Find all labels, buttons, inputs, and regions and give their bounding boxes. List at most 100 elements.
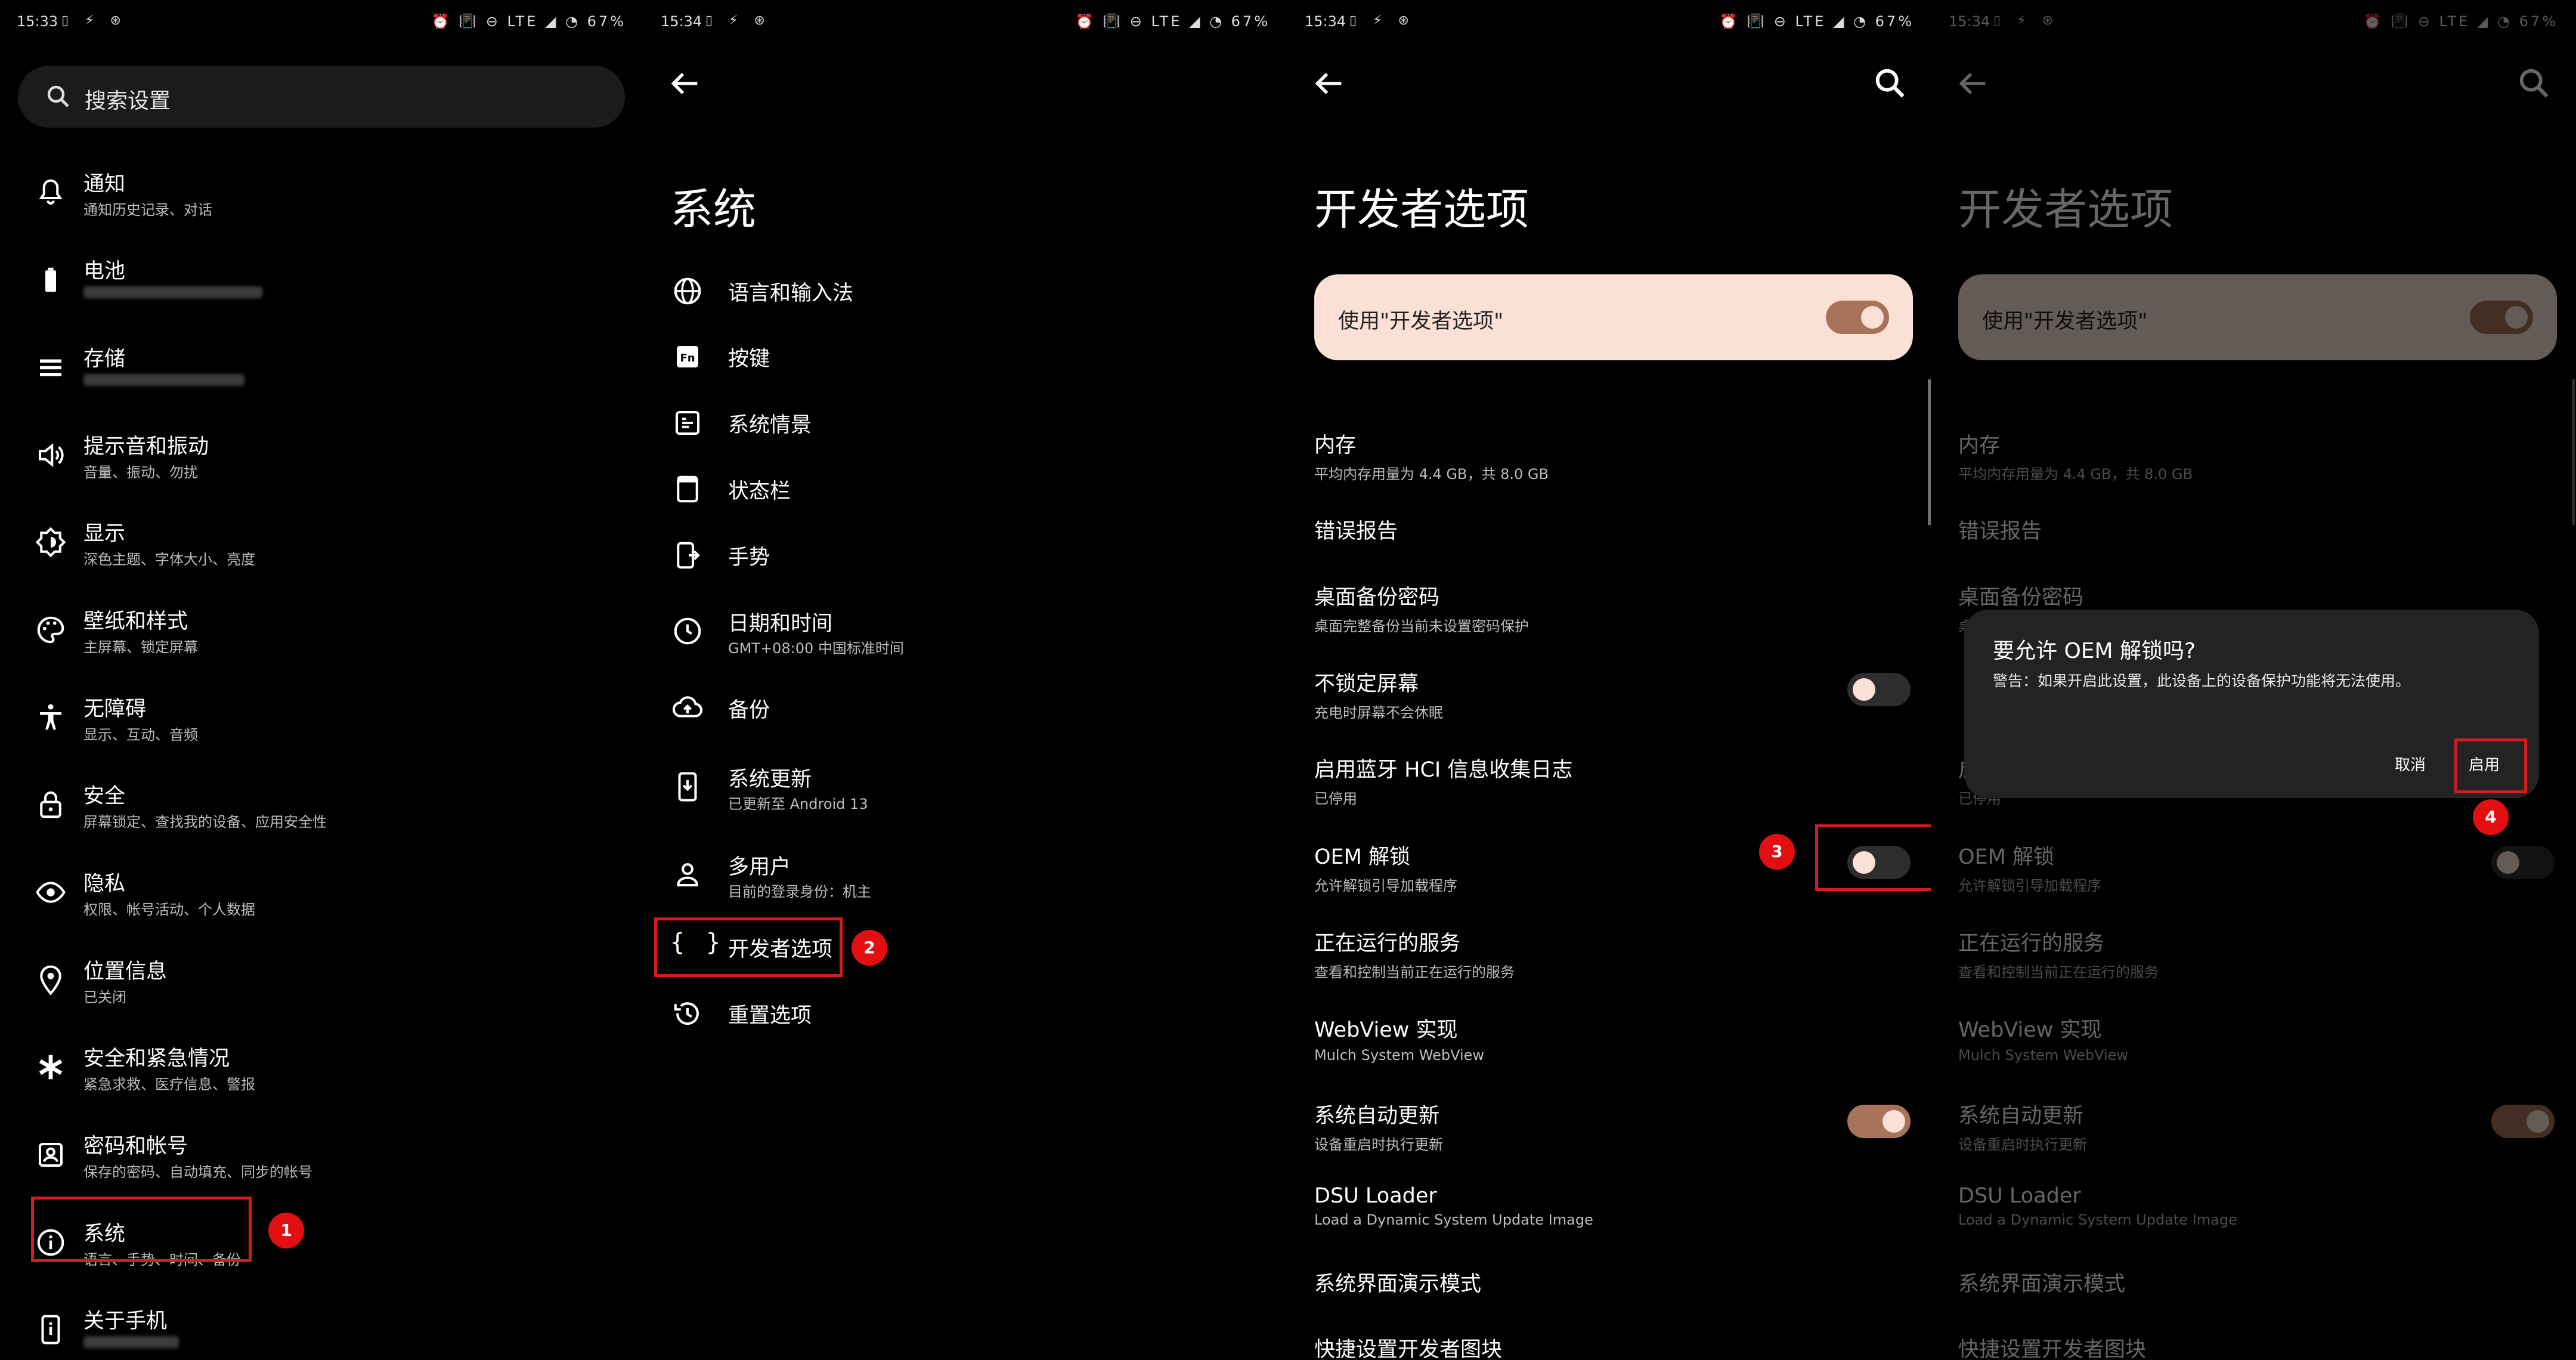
step-badge-4: 4 xyxy=(2473,799,2509,835)
item-subtitle-blurred xyxy=(83,373,244,390)
system-update-icon xyxy=(678,772,697,802)
settings-item-accessibility[interactable]: 无障碍 显示、互动、音频 xyxy=(0,674,643,761)
step-badge-2: 2 xyxy=(852,930,887,966)
search-icon[interactable] xyxy=(1871,64,1909,103)
item-title: 重置选项 xyxy=(728,1004,812,1028)
item-title: 正在运行的服务 xyxy=(1314,932,1461,956)
item-title: 通知 xyxy=(83,172,126,196)
scrollbar[interactable] xyxy=(1928,379,1931,525)
item-subtitle: 通知历史记录、对话 xyxy=(83,202,212,218)
settings-item-about-phone[interactable]: 关于手机 xyxy=(0,1286,643,1360)
dev-item-backup-password[interactable]: 桌面备份密码 桌面完整备份当前未设置密码保护 xyxy=(1314,580,1911,635)
item-title: 桌面备份密码 xyxy=(1314,586,1440,610)
use-developer-options-card[interactable]: 使用"开发者选项" xyxy=(1314,274,1913,360)
settings-item-battery[interactable]: 电池 xyxy=(0,236,643,323)
system-item-gestures[interactable]: 手势 xyxy=(644,523,1287,588)
fn-key-icon: Fn xyxy=(677,346,698,367)
dev-item-webview[interactable]: WebView 实现 Mulch System WebView xyxy=(1314,1013,1911,1064)
back-arrow-icon[interactable] xyxy=(665,64,704,103)
dev-item-quick-settings-tiles[interactable]: 快捷设置开发者图块 xyxy=(1314,1333,1911,1360)
settings-main-screen: 15:33 ▯ ⚡ ⊛ ⏰ 📳 ⊖ LTE ◢ ◔ 67% 搜索设置 通知 通知… xyxy=(0,0,643,1360)
status-notification-icons: ▯ ⚡ ⊛ xyxy=(705,13,771,28)
auto-update-toggle[interactable] xyxy=(1847,1105,1911,1138)
palette-icon xyxy=(37,616,64,644)
cloud-upload-icon xyxy=(672,696,703,718)
item-title: 按键 xyxy=(728,347,770,371)
item-title: 显示 xyxy=(83,522,126,546)
system-item-reset[interactable]: 重置选项 xyxy=(644,981,1287,1046)
item-title: 安全 xyxy=(83,784,126,808)
item-title: 无障碍 xyxy=(83,697,147,721)
status-notification-icons: ▯ ⚡ ⊛ xyxy=(1349,13,1415,28)
item-subtitle: 已停用 xyxy=(1314,790,1357,807)
item-title: 系统更新 xyxy=(728,768,812,792)
volume-icon xyxy=(38,443,64,467)
item-title: 状态栏 xyxy=(728,480,791,503)
brightness-icon xyxy=(35,527,66,558)
status-notification-icons: ▯ ⚡ ⊛ xyxy=(61,13,127,28)
system-item-status-bar[interactable]: 状态栏 xyxy=(644,456,1287,522)
item-title: 系统界面演示模式 xyxy=(1314,1272,1482,1296)
settings-item-display[interactable]: 显示 深色主题、字体大小、亮度 xyxy=(0,499,643,586)
history-icon xyxy=(674,1002,699,1025)
item-title: 多用户 xyxy=(728,855,791,879)
settings-item-security[interactable]: 安全 屏幕锁定、查找我的设备、应用安全性 xyxy=(0,761,643,848)
toggle-knob xyxy=(1853,678,1875,701)
settings-item-sound[interactable]: 提示音和振动 音量、振动、勿扰 xyxy=(0,412,643,499)
system-item-date-time[interactable]: 日期和时间 GMT+08:00 中国标准时间 xyxy=(644,598,1287,664)
back-arrow-icon[interactable] xyxy=(1309,64,1348,103)
dev-item-running-services[interactable]: 正在运行的服务 查看和控制当前正在运行的服务 xyxy=(1314,926,1911,981)
system-item-backup[interactable]: 备份 xyxy=(644,675,1287,741)
dev-item-bluetooth-hci-log[interactable]: 启用蓝牙 HCI 信息收集日志 已停用 xyxy=(1314,753,1911,808)
settings-item-wallpaper[interactable]: 壁纸和样式 主屏幕、锁定屏幕 xyxy=(0,586,643,673)
location-pin-icon xyxy=(40,965,61,996)
item-title: 提示音和振动 xyxy=(83,435,209,459)
use-developer-options-label: 使用"开发者选项" xyxy=(1338,310,1504,333)
item-subtitle: 充电时屏幕不会休眠 xyxy=(1314,704,1443,721)
settings-item-privacy[interactable]: 隐私 权限、帐号活动、个人数据 xyxy=(0,849,643,936)
item-subtitle: 保存的密码、自动填充、同步的帐号 xyxy=(83,1164,312,1180)
system-item-scenes[interactable]: 系统情景 xyxy=(644,390,1287,456)
item-title: 电池 xyxy=(83,259,126,283)
asterisk-icon xyxy=(39,1055,63,1080)
globe-icon xyxy=(674,277,701,305)
step-badge-3: 3 xyxy=(1759,834,1795,870)
item-subtitle: 设备重启时执行更新 xyxy=(1314,1136,1443,1153)
cancel-button[interactable]: 取消 xyxy=(2395,753,2426,775)
developer-options-toggle[interactable] xyxy=(1826,301,1889,334)
system-item-update[interactable]: 系统更新 已更新至 Android 13 xyxy=(644,754,1287,820)
system-item-multi-user[interactable]: 多用户 目前的登录身份：机主 xyxy=(644,842,1287,907)
item-title: 错误报告 xyxy=(1314,520,1398,543)
dev-item-auto-update[interactable]: 系统自动更新 设备重启时执行更新 xyxy=(1314,1099,1911,1154)
dev-item-memory[interactable]: 内存 平均内存用量为 4.4 GB，共 8.0 GB xyxy=(1314,428,1911,483)
dev-item-demo-mode[interactable]: 系统界面演示模式 xyxy=(1314,1267,1911,1297)
dev-item-bug-report[interactable]: 错误报告 xyxy=(1314,514,1911,545)
stay-awake-toggle[interactable] xyxy=(1847,673,1911,706)
item-subtitle: 屏幕锁定、查找我的设备、应用安全性 xyxy=(83,814,327,830)
search-settings-bar[interactable]: 搜索设置 xyxy=(18,66,625,128)
item-title: DSU Loader xyxy=(1314,1184,1437,1208)
page-title: 系统 xyxy=(670,184,757,234)
item-title: 安全和紧急情况 xyxy=(83,1047,230,1071)
item-subtitle: 查看和控制当前正在运行的服务 xyxy=(1314,964,1515,981)
dialog-title: 要允许 OEM 解锁吗? xyxy=(1993,639,2196,663)
system-item-keys[interactable]: Fn 按键 xyxy=(644,324,1287,390)
settings-item-storage[interactable]: 存储 xyxy=(0,324,643,411)
step-badge-1: 1 xyxy=(268,1213,304,1248)
person-icon xyxy=(677,863,698,887)
lock-icon xyxy=(40,791,61,818)
status-bar: 15:33 ▯ ⚡ ⊛ ⏰ 📳 ⊖ LTE ◢ ◔ 67% xyxy=(17,13,626,37)
settings-item-notifications[interactable]: 通知 通知历史记录、对话 xyxy=(0,149,643,236)
dev-item-dsu-loader[interactable]: DSU Loader Load a Dynamic System Update … xyxy=(1314,1184,1911,1228)
system-item-language[interactable]: 语言和输入法 xyxy=(644,258,1287,324)
item-subtitle-blurred xyxy=(83,285,262,302)
scene-icon xyxy=(675,410,700,435)
settings-item-passwords[interactable]: 密码和帐号 保存的密码、自动填充、同步的帐号 xyxy=(0,1111,643,1198)
item-title: 日期和时间 xyxy=(728,612,833,636)
search-icon xyxy=(47,85,69,107)
dev-item-stay-awake[interactable]: 不锁定屏幕 充电时屏幕不会休眠 xyxy=(1314,667,1911,722)
item-title: 位置信息 xyxy=(83,960,168,984)
item-title: 壁纸和样式 xyxy=(83,610,188,633)
settings-item-location[interactable]: 位置信息 已关闭 xyxy=(0,936,643,1024)
settings-item-emergency[interactable]: 安全和紧急情况 紧急求救、医疗信息、警报 xyxy=(0,1024,643,1111)
